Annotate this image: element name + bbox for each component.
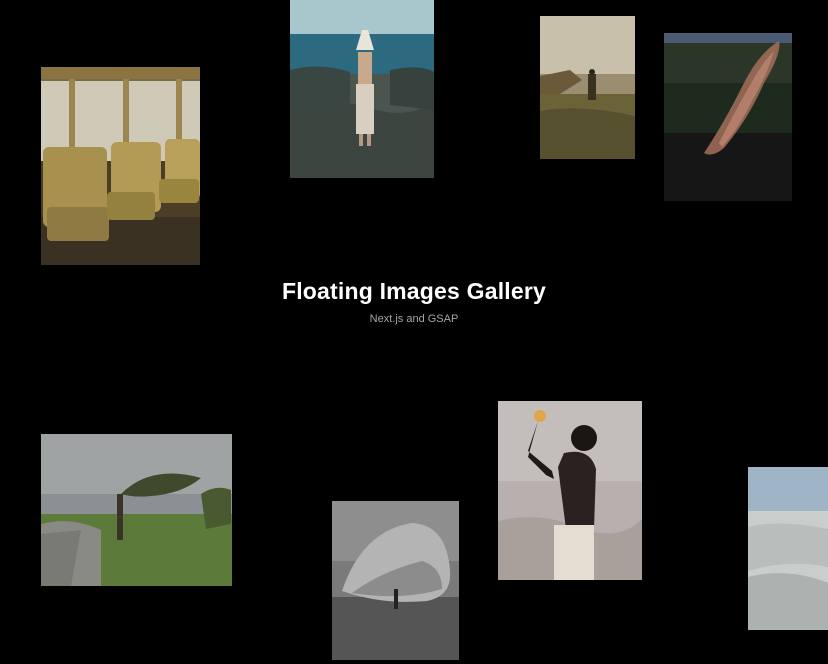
windswept-tree-photo[interactable] [41, 434, 232, 586]
smoke-blur-photo[interactable] [664, 33, 792, 201]
page-title: Floating Images Gallery [281, 278, 547, 304]
page-subtitle: Next.js and GSAP [369, 313, 459, 325]
white-rocks-photo[interactable] [748, 467, 828, 630]
train-seats-photo[interactable] [41, 67, 200, 265]
woman-seaside-photo[interactable] [290, 0, 434, 178]
boulder-photo[interactable] [332, 501, 459, 660]
man-salt-flats-photo[interactable] [498, 401, 642, 580]
man-cliff-sunset-photo[interactable] [540, 16, 635, 159]
title-block: Floating Images Gallery Next.js and GSAP [0, 272, 828, 326]
gallery-stage: Floating Images Gallery Next.js and GSAP [0, 0, 828, 664]
